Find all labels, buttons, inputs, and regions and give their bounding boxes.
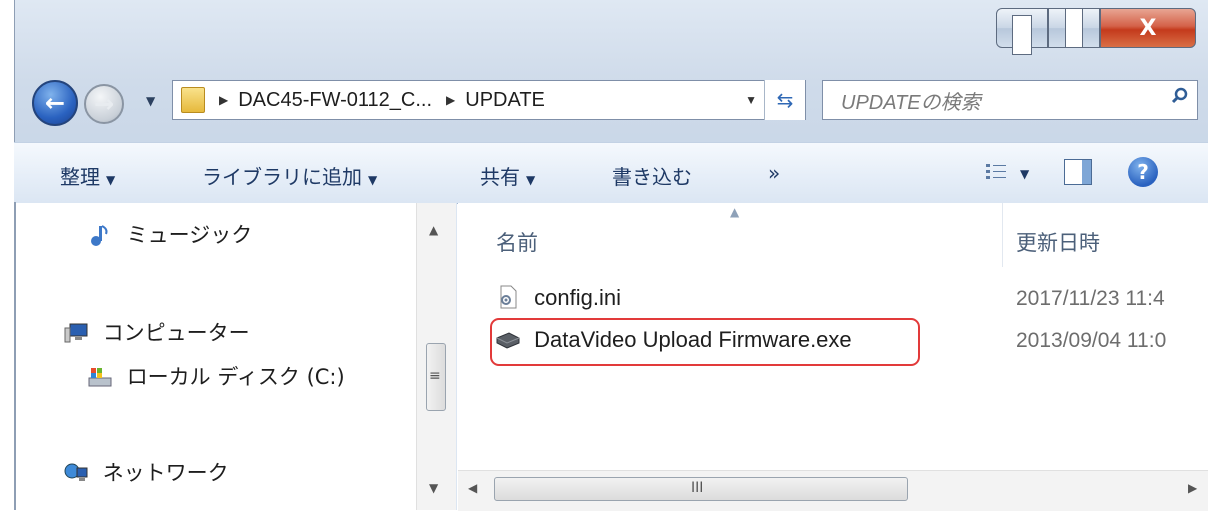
view-options-icon[interactable]	[986, 163, 1006, 181]
minimize-icon	[1012, 15, 1032, 55]
nav-pane-scrollbar[interactable]: ▲ ≡ ▼	[416, 203, 457, 510]
file-list-horizontal-scrollbar[interactable]: ◀ III ▶	[458, 470, 1208, 511]
scroll-right-arrow-icon[interactable]: ▶	[1188, 481, 1197, 495]
nav-item-music[interactable]: ミュージック	[88, 219, 252, 249]
file-date: 2013/09/04 11:0	[1016, 329, 1167, 352]
file-date: 2017/11/23 11:4	[1016, 287, 1165, 310]
recent-pages-dropdown-icon[interactable]: ▼	[146, 94, 155, 108]
column-header-name[interactable]: 名前	[496, 227, 538, 257]
close-button[interactable]: X	[1100, 8, 1196, 48]
burn-label: 書き込む	[612, 165, 692, 189]
share-label: 共有	[480, 165, 520, 189]
burn-button[interactable]: 書き込む	[612, 161, 692, 190]
nav-item-label: ローカル ディスク (C:)	[126, 365, 345, 389]
refresh-icon: ⇆	[776, 89, 794, 112]
address-dropdown-icon[interactable]: ▼	[745, 93, 757, 107]
add-to-library-label: ライブラリに追加	[202, 165, 362, 189]
navigation-pane: ミュージック コンピューター ローカル ディスク (C:) ネットワーク	[16, 203, 456, 510]
search-placeholder: UPDATEの検索	[841, 91, 981, 114]
organize-menu[interactable]: 整理 ▼	[60, 161, 115, 190]
nav-item-local-disk[interactable]: ローカル ディスク (C:)	[88, 361, 345, 391]
scrollbar-thumb[interactable]: ≡	[426, 343, 446, 411]
forward-button[interactable]: →	[84, 84, 124, 124]
maximize-icon	[1065, 8, 1083, 48]
folder-icon	[181, 87, 205, 113]
nav-item-network[interactable]: ネットワーク	[64, 457, 229, 487]
scroll-left-arrow-icon[interactable]: ◀	[468, 481, 477, 495]
close-icon: X	[1139, 15, 1157, 41]
explorer-window: X ← → ▼ ▶ DAC45-FW-0112_C... ▶ UPDATE ▼ …	[0, 0, 1208, 511]
music-icon	[91, 225, 108, 246]
chevron-down-icon: ▼	[526, 173, 536, 187]
breadcrumb-separator-icon[interactable]: ▶	[446, 93, 455, 107]
maximize-button[interactable]	[1048, 8, 1100, 48]
command-bar: 整理 ▼ ライブラリに追加 ▼ 共有 ▼ 書き込む » ▼ ?	[14, 142, 1208, 204]
add-to-library-menu[interactable]: ライブラリに追加 ▼	[202, 161, 377, 190]
preview-pane-icon[interactable]	[1064, 159, 1092, 185]
nav-item-label: コンピューター	[102, 321, 250, 345]
organize-label: 整理	[60, 165, 100, 189]
scroll-down-arrow-icon[interactable]: ▼	[429, 481, 438, 495]
share-menu[interactable]: 共有 ▼	[480, 161, 535, 190]
chevron-down-icon: ▼	[106, 173, 116, 187]
nav-item-label: ミュージック	[126, 223, 253, 247]
file-name: config.ini	[534, 285, 621, 310]
computer-icon	[64, 323, 88, 343]
column-header-date-modified[interactable]: 更新日時	[1016, 227, 1100, 257]
scroll-up-arrow-icon[interactable]: ▲	[429, 223, 438, 237]
nav-item-label: ネットワーク	[102, 461, 229, 485]
scrollbar-thumb[interactable]: III	[494, 477, 908, 501]
network-icon	[64, 463, 88, 481]
breadcrumb-separator-icon[interactable]: ▶	[219, 93, 228, 107]
breadcrumb-parent-folder[interactable]: DAC45-FW-0112_C...	[238, 89, 432, 112]
view-dropdown-icon[interactable]: ▼	[1020, 167, 1029, 181]
nav-item-computer[interactable]: コンピューター	[64, 317, 250, 347]
forward-arrow-icon: →	[93, 90, 115, 118]
column-separator[interactable]	[1002, 203, 1003, 267]
pane-splitter[interactable]	[456, 203, 457, 510]
help-icon[interactable]: ?	[1128, 157, 1158, 187]
grip-icon: III	[691, 480, 704, 496]
more-commands-button[interactable]: »	[768, 161, 780, 185]
search-icon[interactable]	[1171, 87, 1189, 105]
back-arrow-icon: ←	[44, 89, 66, 117]
grip-icon: ≡	[429, 368, 441, 384]
highlight-annotation	[490, 318, 920, 366]
chevron-down-icon: ▼	[368, 173, 378, 187]
search-input[interactable]: UPDATEの検索	[822, 80, 1198, 120]
minimize-button[interactable]	[996, 8, 1048, 55]
settings-file-icon	[500, 285, 517, 309]
file-row-config[interactable]: config.ini	[496, 285, 621, 311]
address-bar[interactable]: ▶ DAC45-FW-0112_C... ▶ UPDATE ▼ ⇆	[172, 80, 806, 120]
disk-icon	[88, 368, 112, 387]
refresh-button[interactable]: ⇆	[764, 80, 805, 120]
sort-ascending-icon: ▲	[730, 205, 740, 219]
caption-buttons: X	[996, 8, 1200, 58]
back-button[interactable]: ←	[32, 80, 78, 126]
breadcrumb-current-folder[interactable]: UPDATE	[465, 89, 545, 112]
